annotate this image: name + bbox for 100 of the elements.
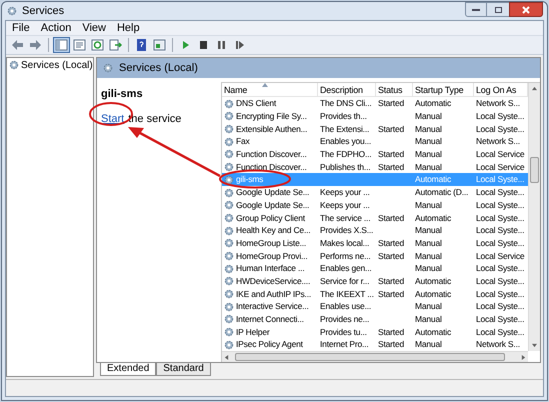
panel-title: Services (Local) bbox=[119, 61, 198, 76]
service-icon bbox=[224, 276, 234, 286]
tab[interactable]: Standard bbox=[156, 363, 211, 376]
table-cell: DNS Client bbox=[236, 97, 276, 110]
table-cell: Started bbox=[378, 97, 404, 110]
refresh-icon[interactable] bbox=[89, 37, 106, 54]
table-row[interactable]: HWDeviceService.... Service for r... Started Automatic Local Syste... bbox=[222, 274, 528, 288]
table-cell: Manual bbox=[415, 160, 442, 174]
column-header[interactable]: Description bbox=[318, 83, 376, 96]
table-cell: IKE and AuthIP IPs... bbox=[236, 288, 312, 300]
table-cell: The Extensi... bbox=[320, 122, 370, 136]
table-cell: Started bbox=[378, 212, 404, 224]
column-header[interactable]: Startup Type bbox=[413, 83, 474, 96]
scroll-up-icon[interactable] bbox=[532, 86, 537, 92]
table-cell: Enables gen... bbox=[320, 262, 372, 276]
table-cell: HomeGroup Liste... bbox=[236, 236, 306, 250]
service-icon bbox=[224, 188, 234, 198]
service-icon bbox=[224, 136, 234, 147]
table-cell: gili-sms bbox=[236, 173, 264, 186]
maximize-button[interactable] bbox=[487, 2, 509, 17]
table-cell: Local Syste... bbox=[476, 110, 524, 123]
table-cell: Local Syste... bbox=[476, 313, 524, 326]
table-row[interactable]: Function Discover... The FDPHO... Started Manual Local Service bbox=[222, 148, 528, 161]
table-row[interactable]: Extensible Authen... The Extensi... Started Manual Local Syste... bbox=[222, 122, 528, 136]
table-cell: IP Helper bbox=[236, 326, 270, 338]
tree-item[interactable]: Services (Local) bbox=[7, 58, 93, 72]
table-cell: Started bbox=[378, 250, 404, 262]
table-cell: Makes local... bbox=[320, 236, 370, 250]
console-icon[interactable] bbox=[151, 37, 168, 54]
table-cell: HWDeviceService.... bbox=[236, 274, 310, 288]
table-row[interactable]: Google Update Se... Keeps your ... Automatic (D... Local Syste... bbox=[222, 186, 528, 199]
table-cell: Fax bbox=[236, 135, 250, 148]
table-cell: Local Syste... bbox=[476, 274, 524, 288]
table-cell: Google Update Se... bbox=[236, 198, 310, 212]
table-cell: Local Service bbox=[476, 250, 524, 262]
table-cell: Manual bbox=[415, 110, 442, 123]
table-cell: Manual bbox=[415, 236, 442, 250]
table-cell: The service ... bbox=[320, 212, 370, 224]
table-row[interactable]: Internet Connecti... Provides ne... Manual Local Syste... bbox=[222, 313, 528, 326]
table-row[interactable]: Function Discover... Publishes th... Started Manual Local Service bbox=[222, 160, 528, 174]
service-icon bbox=[224, 124, 234, 134]
table-cell: Started bbox=[378, 326, 404, 338]
export-icon[interactable] bbox=[107, 37, 124, 54]
table-cell: Provides tu... bbox=[320, 326, 367, 338]
table-row[interactable]: Human Interface ... Enables gen... Manual Local Syste... bbox=[222, 262, 528, 275]
table-cell: Keeps your ... bbox=[320, 186, 370, 199]
table-cell: Enables use... bbox=[320, 300, 372, 314]
table-cell: Provides ne... bbox=[320, 313, 370, 326]
table-row[interactable]: Health Key and Ce... Provides X.S... Manual Local Syste... bbox=[222, 224, 528, 237]
service-icon bbox=[224, 314, 234, 324]
table-row[interactable]: DNS Client The DNS Cli... Started Automatic Network S... bbox=[222, 97, 528, 110]
properties-icon[interactable] bbox=[71, 37, 88, 54]
table-row[interactable]: IKE and AuthIP IPs... The IKEEXT ... Started Automatic Local Syste... bbox=[222, 288, 528, 300]
table-cell: Network S... bbox=[476, 135, 520, 148]
console-tree-icon[interactable] bbox=[53, 37, 70, 54]
services-icon bbox=[9, 60, 19, 70]
horizontal-scrollbar[interactable] bbox=[222, 351, 528, 362]
table-row[interactable]: HomeGroup Provi... Performs ne... Started Manual Local Service bbox=[222, 250, 528, 262]
table-row[interactable]: Fax Enables you... Manual Network S... bbox=[222, 135, 528, 148]
scroll-left-icon[interactable] bbox=[224, 354, 229, 360]
table-row[interactable]: Group Policy Client The service ... Started Automatic Local Syste... bbox=[222, 212, 528, 224]
service-icon bbox=[224, 174, 234, 185]
service-icon bbox=[224, 111, 234, 122]
table-cell: Local Syste... bbox=[476, 198, 524, 212]
scrollbar-thumb[interactable] bbox=[235, 353, 505, 362]
menu-item[interactable]: View bbox=[82, 20, 106, 37]
table-cell: Manual bbox=[415, 313, 442, 326]
table-cell: Manual bbox=[415, 198, 442, 212]
close-button[interactable] bbox=[509, 2, 543, 17]
scroll-right-icon[interactable] bbox=[521, 354, 526, 360]
close-icon bbox=[522, 6, 530, 14]
service-icon bbox=[224, 162, 234, 172]
scrollbar-thumb[interactable] bbox=[530, 157, 539, 184]
table-row[interactable]: IPsec Policy Agent Internet Pro... Started Manual Network S... bbox=[222, 338, 528, 352]
menu-item[interactable]: Help bbox=[116, 20, 140, 37]
table-row[interactable]: Google Update Se... Keeps your ... Manual Local Syste... bbox=[222, 198, 528, 212]
table-row[interactable]: IP Helper Provides tu... Started Automatic Local Syste... bbox=[222, 326, 528, 338]
vertical-scrollbar[interactable] bbox=[528, 83, 540, 352]
table-cell: The DNS Cli... bbox=[320, 97, 372, 110]
table-cell: Local Service bbox=[476, 148, 524, 161]
tab[interactable]: Extended bbox=[100, 363, 156, 376]
service-icon bbox=[224, 149, 234, 160]
table-cell: Manual bbox=[415, 338, 442, 352]
menu-item[interactable]: File bbox=[12, 20, 30, 37]
table-cell: Internet Connecti... bbox=[236, 313, 304, 326]
table-cell: Local Syste... bbox=[476, 262, 524, 276]
scroll-down-icon[interactable] bbox=[532, 343, 537, 348]
table-row[interactable]: HomeGroup Liste... Makes local... Started Manual Local Syste... bbox=[222, 236, 528, 250]
table-row[interactable]: Encrypting File Sy... Provides th... Manual Local Syste... bbox=[222, 110, 528, 123]
table-cell: Enables you... bbox=[320, 135, 372, 148]
service-icon bbox=[224, 250, 234, 261]
column-header[interactable]: Status bbox=[376, 83, 413, 96]
table-cell: Automatic (D... bbox=[415, 186, 468, 199]
menu-item[interactable]: Action bbox=[40, 20, 72, 37]
table-row[interactable]: Interactive Service... Enables use... Manual Local Syste... bbox=[222, 300, 528, 314]
minimize-button[interactable] bbox=[465, 2, 487, 17]
table-cell: Function Discover... bbox=[236, 148, 307, 161]
services-icon bbox=[103, 63, 113, 74]
table-cell: Local Syste... bbox=[476, 300, 524, 314]
services-icon bbox=[7, 6, 17, 16]
